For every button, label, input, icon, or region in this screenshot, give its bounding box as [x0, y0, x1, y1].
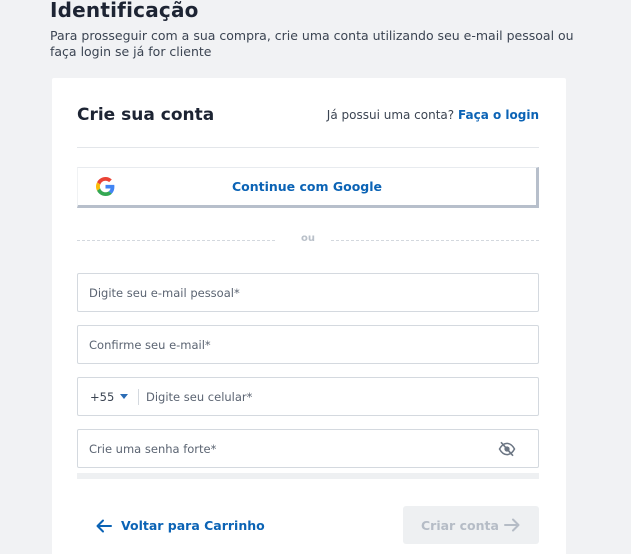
email-input[interactable]	[78, 274, 538, 311]
arrow-left-icon	[96, 519, 112, 533]
card-header: Crie sua conta Já possui uma conta? Faça…	[77, 104, 539, 148]
or-label: ou	[301, 233, 315, 244]
email-field	[77, 273, 539, 312]
password-input[interactable]	[78, 430, 538, 467]
or-divider: ou	[77, 233, 539, 247]
google-signin-button[interactable]: Continue com Google	[77, 167, 539, 208]
country-code-select[interactable]: +55	[90, 378, 138, 415]
page-title: Identificação	[50, 0, 199, 22]
chevron-down-icon	[120, 394, 128, 399]
confirm-email-input[interactable]	[78, 326, 538, 363]
login-link[interactable]: Faça o login	[458, 108, 539, 122]
country-code-value: +55	[90, 390, 115, 404]
google-button-label: Continue com Google	[231, 179, 383, 194]
divider-line-right	[331, 240, 539, 241]
confirm-email-field	[77, 325, 539, 364]
divider-line-left	[77, 240, 275, 241]
eye-off-icon[interactable]	[498, 441, 516, 457]
password-strength-bar	[77, 473, 539, 479]
password-field	[77, 429, 539, 468]
login-prompt-text: Já possui uma conta?	[326, 108, 455, 122]
signup-card: Crie sua conta Já possui uma conta? Faça…	[52, 78, 566, 554]
phone-input[interactable]	[135, 378, 535, 415]
arrow-right-icon	[504, 518, 520, 532]
login-prompt: Já possui uma conta? Faça o login	[327, 108, 539, 122]
create-account-button[interactable]: Criar conta	[403, 506, 539, 544]
create-account-label: Criar conta	[421, 518, 499, 533]
page-subtitle: Para prosseguir com a sua compra, crie u…	[50, 28, 574, 59]
card-title: Crie sua conta	[77, 105, 215, 125]
back-link-label: Voltar para Carrinho	[121, 518, 265, 533]
phone-field: +55	[77, 377, 539, 416]
